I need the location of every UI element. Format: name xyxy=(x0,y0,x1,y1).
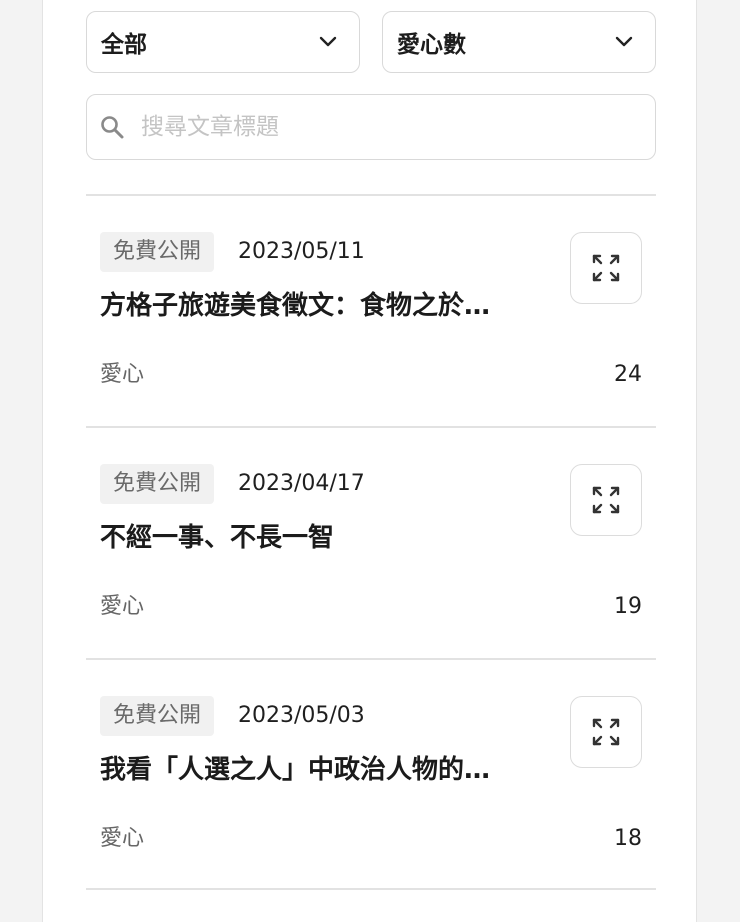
article-date: 2023/05/11 xyxy=(238,239,365,264)
search-box xyxy=(86,94,656,160)
access-badge: 免費公開 xyxy=(100,696,215,736)
sort-select[interactable]: 愛心數 xyxy=(382,11,656,73)
like-count: 18 xyxy=(614,826,642,851)
article-title[interactable]: 不經一事、不長一智 xyxy=(100,518,550,558)
article-item[interactable]: 免費公開 2023/05/03 我看「人選之人」中政治人物的… 愛心 18 xyxy=(86,660,656,890)
sort-select-value: 愛心數 xyxy=(397,32,466,58)
like-count: 24 xyxy=(614,362,642,387)
like-count: 19 xyxy=(614,594,642,619)
article-item[interactable]: 免費公開 2023/04/17 不經一事、不長一智 愛心 19 xyxy=(86,428,656,658)
like-label: 愛心 xyxy=(100,594,145,619)
category-select-value: 全部 xyxy=(101,32,147,58)
article-item[interactable]: 免費公開 2023/05/11 方格子旅遊美食徵文：食物之於… 愛心 24 xyxy=(86,196,656,426)
expand-icon xyxy=(592,718,620,746)
expand-button[interactable] xyxy=(570,464,642,536)
article-date: 2023/05/03 xyxy=(238,703,365,728)
like-label: 愛心 xyxy=(100,826,145,851)
filter-bar: 全部 愛心數 xyxy=(86,11,656,73)
article-date: 2023/04/17 xyxy=(238,471,365,496)
content-panel: 全部 愛心數 免費公開 2023/05/11 方格子旅遊美食徵文：食物之於… 愛… xyxy=(42,0,697,922)
expand-button[interactable] xyxy=(570,232,642,304)
expand-icon xyxy=(592,254,620,282)
access-badge: 免費公開 xyxy=(100,232,215,272)
article-title[interactable]: 方格子旅遊美食徵文：食物之於… xyxy=(100,286,550,326)
article-title[interactable]: 我看「人選之人」中政治人物的… xyxy=(100,750,550,790)
search-icon xyxy=(101,116,124,139)
category-select[interactable]: 全部 xyxy=(86,11,360,73)
chevron-down-icon xyxy=(615,36,633,47)
divider xyxy=(86,888,656,890)
chevron-down-icon xyxy=(319,36,337,47)
expand-button[interactable] xyxy=(570,696,642,768)
search-input[interactable] xyxy=(141,114,621,140)
like-label: 愛心 xyxy=(100,362,145,387)
access-badge: 免費公開 xyxy=(100,464,215,504)
expand-icon xyxy=(592,486,620,514)
